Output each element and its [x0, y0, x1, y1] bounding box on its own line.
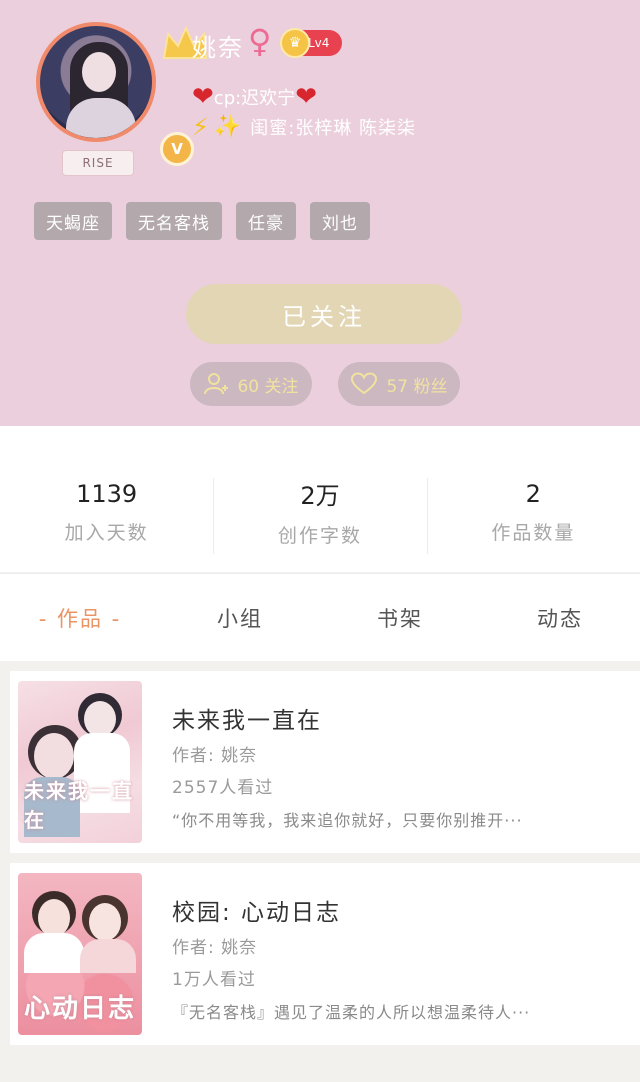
tag[interactable]: 任豪: [236, 202, 296, 240]
bestie-line: ⚡ ✨ 闺蜜:张梓琳 陈柒柒: [192, 114, 416, 140]
following-text: 60 关注: [237, 376, 299, 397]
stat-label: 创作字数: [277, 525, 362, 547]
tab-works[interactable]: - 作品 -: [0, 574, 160, 661]
book-author: 作者: 姚奈: [172, 938, 258, 958]
following-button[interactable]: 60 关注: [190, 362, 312, 406]
book-description: 『无名客栈』遇见了温柔的人所以想温柔待人···: [172, 1003, 531, 1022]
heart-outline-icon: [351, 372, 378, 395]
stat-label: 加入天数: [64, 521, 149, 544]
stat-value: 1139: [76, 479, 138, 508]
tab-bookshelf[interactable]: 书架: [320, 574, 480, 661]
book-list: 未来我一直在 未来我一直在 作者: 姚奈 2557人看过 “你不用等我，我来追你…: [0, 661, 640, 1082]
cp-line: ❤ cp:迟欢宁 ❤: [192, 84, 317, 110]
vip-badge-icon: V: [160, 132, 194, 166]
stat-works-count: 2 作品数量: [426, 426, 640, 572]
fans-text: 57 粉丝: [386, 376, 448, 397]
book-cover[interactable]: 心动日志: [18, 873, 142, 1035]
level-badge: ♛ Lv4: [280, 28, 342, 58]
book-card[interactable]: 未来我一直在 未来我一直在 作者: 姚奈 2557人看过 “你不用等我，我来追你…: [10, 671, 640, 853]
profile-header: V RISE 姚奈 ♀ ♛ Lv4 ❤ cp:迟欢宁 ❤ ⚡ ✨ 闺蜜:张梓琳 …: [0, 0, 640, 426]
stat-label: 作品数量: [491, 521, 576, 544]
user-add-icon: [204, 373, 229, 395]
tab-bar: - 作品 - 小组 书架 动态: [0, 573, 640, 661]
cp-text: cp:迟欢宁: [213, 88, 296, 109]
avatar[interactable]: [36, 22, 156, 142]
lightning-icon: ⚡: [192, 113, 210, 141]
book-title: 未来我一直在: [172, 708, 322, 734]
stat-join-days: 1139 加入天数: [0, 426, 213, 572]
tag[interactable]: 天蝎座: [34, 202, 112, 240]
rise-badge: RISE: [62, 150, 134, 176]
tag-list: 天蝎座 无名客栈 任豪 刘也: [34, 202, 370, 240]
book-cover[interactable]: 未来我一直在: [18, 681, 142, 843]
stat-word-count: 2万 创作字数: [213, 426, 426, 572]
heart-icon: ❤: [295, 82, 317, 112]
stat-value: 2: [525, 479, 541, 508]
user-name: 姚奈: [192, 34, 244, 62]
heart-icon: ❤: [192, 82, 214, 112]
book-title: 校园: 心动日志: [172, 900, 342, 926]
book-card[interactable]: 心动日志 校园: 心动日志 作者: 姚奈 1万人看过 『无名客栈』遇见了温柔的人…: [10, 863, 640, 1045]
follow-button[interactable]: 已关注: [186, 284, 462, 344]
stat-value: 2万: [300, 482, 340, 510]
cover-title: 未来我一直在: [24, 779, 134, 832]
stats-row: 1139 加入天数 2万 创作字数 2 作品数量: [0, 426, 640, 572]
cover-title: 心动日志: [24, 994, 137, 1024]
tab-groups[interactable]: 小组: [160, 574, 320, 661]
level-text: Lv4: [308, 36, 330, 50]
book-description: “你不用等我，我来追你就好，只要你别推开···: [172, 811, 523, 830]
fans-button[interactable]: 57 粉丝: [338, 362, 460, 406]
bestie-text: 闺蜜:张梓琳 陈柒柒: [250, 118, 417, 139]
book-views: 1万人看过: [172, 970, 256, 990]
avatar-container[interactable]: V: [36, 22, 208, 166]
book-views: 2557人看过: [172, 778, 274, 798]
gender-icon: ♀: [248, 22, 272, 60]
crown-level-icon: ♛: [280, 28, 310, 58]
sparkle-icon: ✨: [213, 114, 243, 139]
book-author: 作者: 姚奈: [172, 746, 258, 766]
tab-activity[interactable]: 动态: [480, 574, 640, 661]
tag[interactable]: 刘也: [310, 202, 370, 240]
tag[interactable]: 无名客栈: [126, 202, 222, 240]
